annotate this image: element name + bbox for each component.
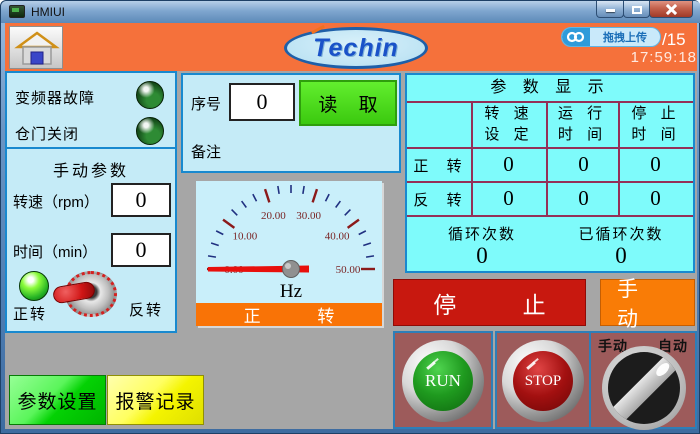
stop-button-cn[interactable]: 停 止 (393, 279, 586, 326)
speed-input[interactable] (111, 183, 171, 217)
svg-text:40.00: 40.00 (325, 230, 350, 242)
logo-accent-mark (311, 24, 325, 33)
col-run-time: 运 行 时 间 (548, 103, 617, 147)
drag-upload-label: 拖拽上传 (590, 29, 660, 45)
inverter-fault-label: 变频器故障 (15, 87, 95, 108)
forward-label: 正转 (13, 303, 47, 324)
brand-logo: Techin (284, 27, 428, 69)
row-reverse-label: 反 转 (411, 189, 471, 210)
mode-rotary-switch[interactable] (602, 346, 686, 430)
serial-input[interactable] (229, 83, 295, 121)
run-button-panel: RUN (393, 331, 493, 429)
rev-stoptime-value: 0 (620, 186, 691, 211)
svg-text:50.00: 50.00 (336, 264, 361, 276)
home-icon (10, 27, 64, 70)
fwd-runtime-value: 0 (548, 152, 619, 177)
manual-mode-button[interactable]: 手 动 (600, 279, 695, 326)
door-closed-light (136, 117, 164, 145)
col-speed-setting: 转 速 设 定 (473, 103, 545, 147)
home-button[interactable] (9, 26, 63, 69)
serial-label: 序号 (191, 93, 221, 114)
close-icon (666, 4, 677, 15)
read-button[interactable]: 读 取 (299, 80, 397, 126)
gauge-face: 0.0010.0020.0030.0040.0050.00 Hz (196, 181, 382, 303)
manual-params-title: 手动参数 (7, 157, 175, 181)
maximize-button[interactable] (623, 1, 650, 18)
run-button[interactable]: RUN (402, 340, 484, 422)
svg-text:20.00: 20.00 (261, 210, 286, 222)
cycled-count-label: 已循环次数 (555, 223, 687, 244)
direction-toggle-switch[interactable] (59, 271, 119, 317)
serial-panel: 序号 读 取 备注 (181, 73, 401, 173)
cycle-count-label: 循环次数 (417, 223, 547, 244)
brand-name: Techin (313, 34, 399, 63)
speed-label: 转速（rpm） (13, 191, 99, 212)
stop-button[interactable]: STOP (502, 340, 584, 422)
clock: 17:59:18 (605, 49, 697, 66)
row-forward-label: 正 转 (411, 155, 471, 176)
col-stop-time: 停 止 时 间 (620, 103, 692, 147)
window-title: HMIUI (31, 5, 65, 19)
page-indicator: /15 (662, 30, 686, 50)
cycle-count-value: 0 (417, 243, 547, 269)
table-title: 参 数 显 示 (407, 75, 693, 101)
frequency-gauge: 0.0010.0020.0030.0040.0050.00 Hz 正 转 (196, 181, 382, 326)
run-button-face: RUN (413, 351, 473, 411)
mode-selector-panel: 手动 自动 (589, 331, 697, 429)
remark-label: 备注 (191, 141, 221, 162)
hmi-screen: Techin 拖拽上传 /15 17:59:18 变频器故障 仓门关闭 (5, 23, 697, 429)
forward-run-light (19, 271, 49, 301)
link-icon (562, 27, 590, 47)
time-label: 时间（min） (13, 241, 97, 262)
header-bar: Techin 拖拽上传 /15 17:59:18 (5, 23, 697, 71)
rotary-face (608, 352, 680, 424)
app-window: HMIUI Techin (0, 0, 700, 434)
reverse-label: 反转 (129, 299, 163, 320)
fwd-stoptime-value: 0 (620, 152, 691, 177)
rev-runtime-value: 0 (548, 186, 619, 211)
stop-button-face: STOP (513, 351, 573, 411)
door-closed-label: 仓门关闭 (15, 123, 79, 144)
status-and-manual-panel: 变频器故障 仓门关闭 手动参数 转速（rpm） 时间（min） 正转 反转 (5, 71, 177, 333)
panel-divider (7, 147, 175, 149)
close-button[interactable] (649, 1, 693, 18)
gauge-unit: Hz (280, 281, 302, 302)
rev-speed-value: 0 (473, 186, 544, 211)
maximize-icon (632, 6, 642, 14)
cycled-count-value: 0 (555, 243, 687, 269)
svg-text:30.00: 30.00 (296, 210, 321, 222)
stop-button-panel: STOP (495, 331, 591, 429)
rotation-status-bar: 正 转 (196, 303, 382, 326)
time-input[interactable] (111, 233, 171, 267)
app-icon (9, 5, 25, 18)
rotary-lever (608, 352, 680, 424)
drag-upload-button[interactable]: 拖拽上传 (561, 27, 661, 47)
minimize-icon (606, 9, 615, 12)
parameter-display-panel: 参 数 显 示 转 速 设 定 运 行 时 间 停 止 时 间 正 转 0 0 … (405, 73, 695, 273)
inverter-fault-light (136, 81, 164, 109)
alarm-log-button[interactable]: 报警记录 (107, 375, 204, 425)
title-bar: HMIUI (1, 1, 700, 23)
fwd-speed-value: 0 (473, 152, 544, 177)
param-settings-button[interactable]: 参数设置 (9, 375, 106, 425)
minimize-button[interactable] (596, 1, 624, 18)
svg-text:10.00: 10.00 (233, 230, 258, 242)
